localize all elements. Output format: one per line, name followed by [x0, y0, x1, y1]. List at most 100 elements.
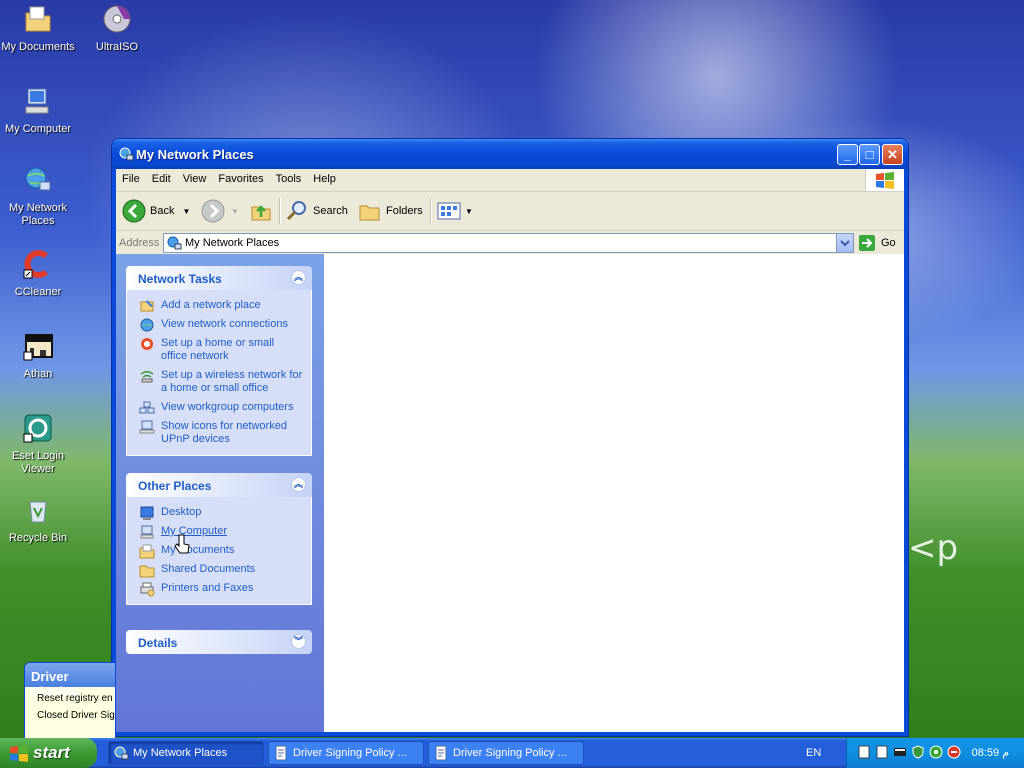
task-driver-signing-policy-1[interactable]: Driver Signing Policy ...	[268, 741, 424, 765]
place-my-computer[interactable]: My Computer	[127, 522, 311, 541]
network-tasks-header[interactable]: Network Tasks ︽	[126, 266, 312, 290]
address-input[interactable]: My Network Places	[163, 233, 854, 253]
tray-driver-icon[interactable]	[857, 745, 871, 759]
folders-icon	[359, 205, 380, 221]
standard-toolbar: Back ▼ ▼ Search Folders ▼	[116, 192, 904, 231]
back-label: Back	[150, 205, 175, 217]
back-dropdown-icon[interactable]: ▼	[182, 207, 190, 216]
panel-title: Network Tasks	[138, 272, 222, 286]
views-dropdown-icon[interactable]: ▼	[465, 207, 473, 216]
network-places-icon	[167, 236, 182, 250]
menu-help[interactable]: Help	[307, 169, 342, 185]
desktop-icon-label: Athan	[23, 368, 53, 380]
my-computer-icon	[25, 88, 49, 114]
task-view-workgroup-computers[interactable]: View workgroup computers	[127, 398, 311, 417]
up-folder-button[interactable]	[249, 199, 277, 223]
network-tasks-panel: Network Tasks ︽ Add a network place View…	[126, 266, 312, 456]
desktop-icon-eset-login-viewer[interactable]: Eset Login Viewer	[0, 412, 76, 476]
back-button[interactable]: Back ▼	[122, 199, 190, 223]
desktop-icon	[140, 506, 154, 520]
desktop-icon-athan[interactable]: Athan	[0, 330, 76, 381]
desktop-icon-my-network-places[interactable]: My Network Places	[0, 164, 76, 228]
details-panel: Details ︾	[126, 630, 312, 654]
menu-tools[interactable]: Tools	[270, 169, 308, 185]
task-setup-home-network[interactable]: Set up a home or small office network	[127, 334, 311, 366]
file-list-pane[interactable]	[324, 254, 904, 732]
desktop-icon-recycle-bin[interactable]: Recycle Bin	[0, 494, 76, 545]
printer-icon	[140, 582, 155, 597]
ccleaner-icon	[23, 250, 49, 279]
my-documents-icon	[25, 6, 51, 32]
eset-icon	[23, 414, 52, 443]
collapse-icon[interactable]: ︽	[291, 270, 306, 285]
toolbar-separator	[430, 198, 432, 224]
window-titlebar[interactable]: My Network Places _ □ ✕	[112, 139, 908, 169]
search-button[interactable]: Search	[285, 199, 348, 223]
desktop-icon-my-computer[interactable]: My Computer	[0, 85, 76, 136]
driver-signing-popup[interactable]: Driver Signing Reset registry en Closed …	[24, 662, 116, 740]
minimize-button[interactable]: _	[837, 144, 858, 165]
task-view-network-connections[interactable]: View network connections	[127, 315, 311, 334]
expand-icon[interactable]: ︾	[291, 634, 306, 649]
disc-icon	[103, 5, 131, 33]
desktop-icon-label: CCleaner	[14, 286, 62, 298]
task-show-upnp-icons[interactable]: Show icons for networked UPnP devices	[127, 417, 311, 449]
views-button[interactable]: ▼	[437, 199, 473, 223]
windows-flag-icon	[10, 745, 28, 762]
start-button[interactable]: start	[0, 738, 97, 768]
window-title: My Network Places	[136, 147, 254, 162]
system-tray: 08:59 م	[846, 738, 1024, 768]
desktop-icon-label: Recycle Bin	[8, 532, 68, 544]
hand-cursor-icon	[174, 534, 190, 554]
tray-driver-icon[interactable]	[875, 745, 889, 759]
clock[interactable]: 08:59 م	[972, 746, 1009, 759]
place-printers-and-faxes[interactable]: Printers and Faxes	[127, 579, 311, 598]
other-places-header[interactable]: Other Places ︽	[126, 473, 312, 497]
address-dropdown-button[interactable]	[836, 234, 853, 252]
task-setup-wireless-network[interactable]: Set up a wireless network for a home or …	[127, 366, 311, 398]
task-add-network-place[interactable]: Add a network place	[127, 296, 311, 315]
forward-button[interactable]: ▼	[201, 199, 239, 223]
menu-view[interactable]: View	[177, 169, 213, 185]
folders-label: Folders	[386, 205, 423, 217]
menu-favorites[interactable]: Favorites	[212, 169, 269, 185]
address-value: My Network Places	[185, 237, 280, 249]
windows-flag-icon	[876, 172, 894, 189]
taskbar: start My Network Places Driver Signing P…	[0, 738, 1024, 768]
desktop-icon-my-documents[interactable]: My Documents	[0, 3, 76, 54]
place-desktop[interactable]: Desktop	[127, 503, 311, 522]
collapse-icon[interactable]: ︽	[291, 477, 306, 492]
driver-signing-icon	[275, 745, 287, 761]
explorer-content: Network Tasks ︽ Add a network place View…	[116, 254, 904, 732]
desktop-icon-ultraiso[interactable]: UltraISO	[79, 3, 155, 54]
network-places-icon	[119, 147, 134, 161]
up-folder-icon	[251, 205, 271, 221]
desktop-icon-label: UltraISO	[95, 41, 139, 53]
language-indicator[interactable]: EN	[806, 747, 821, 759]
menu-file[interactable]: File	[116, 169, 146, 185]
forward-dropdown-icon[interactable]: ▼	[231, 207, 239, 216]
address-bar: Address My Network Places Go	[116, 231, 904, 256]
tray-antivirus-icon[interactable]	[947, 745, 961, 759]
popup-title: Driver Signing	[25, 663, 115, 699]
tray-keyboard-icon[interactable]	[893, 745, 907, 759]
desktop-icon-ccleaner[interactable]: CCleaner	[0, 248, 76, 299]
desktop-icon-label: Eset Login Viewer	[12, 450, 64, 475]
task-my-network-places[interactable]: My Network Places	[108, 741, 264, 765]
tray-shield-icon[interactable]	[911, 745, 925, 759]
tray-status-icon[interactable]	[929, 745, 943, 759]
driver-signing-icon	[435, 745, 447, 761]
forward-arrow-icon	[201, 199, 225, 223]
maximize-button[interactable]: □	[859, 144, 880, 165]
place-shared-documents[interactable]: Shared Documents	[127, 560, 311, 579]
place-my-documents[interactable]: My Documents	[127, 541, 311, 560]
upnp-icon	[139, 420, 155, 434]
menu-edit[interactable]: Edit	[146, 169, 177, 185]
network-tasks-body: Add a network place View network connect…	[126, 290, 312, 456]
task-driver-signing-policy-2[interactable]: Driver Signing Policy ...	[428, 741, 584, 765]
folders-button[interactable]: Folders	[358, 199, 423, 223]
recycle-bin-icon	[29, 501, 47, 523]
go-button[interactable]: Go	[858, 234, 896, 252]
details-header[interactable]: Details ︾	[126, 630, 312, 654]
close-button[interactable]: ✕	[882, 144, 903, 165]
